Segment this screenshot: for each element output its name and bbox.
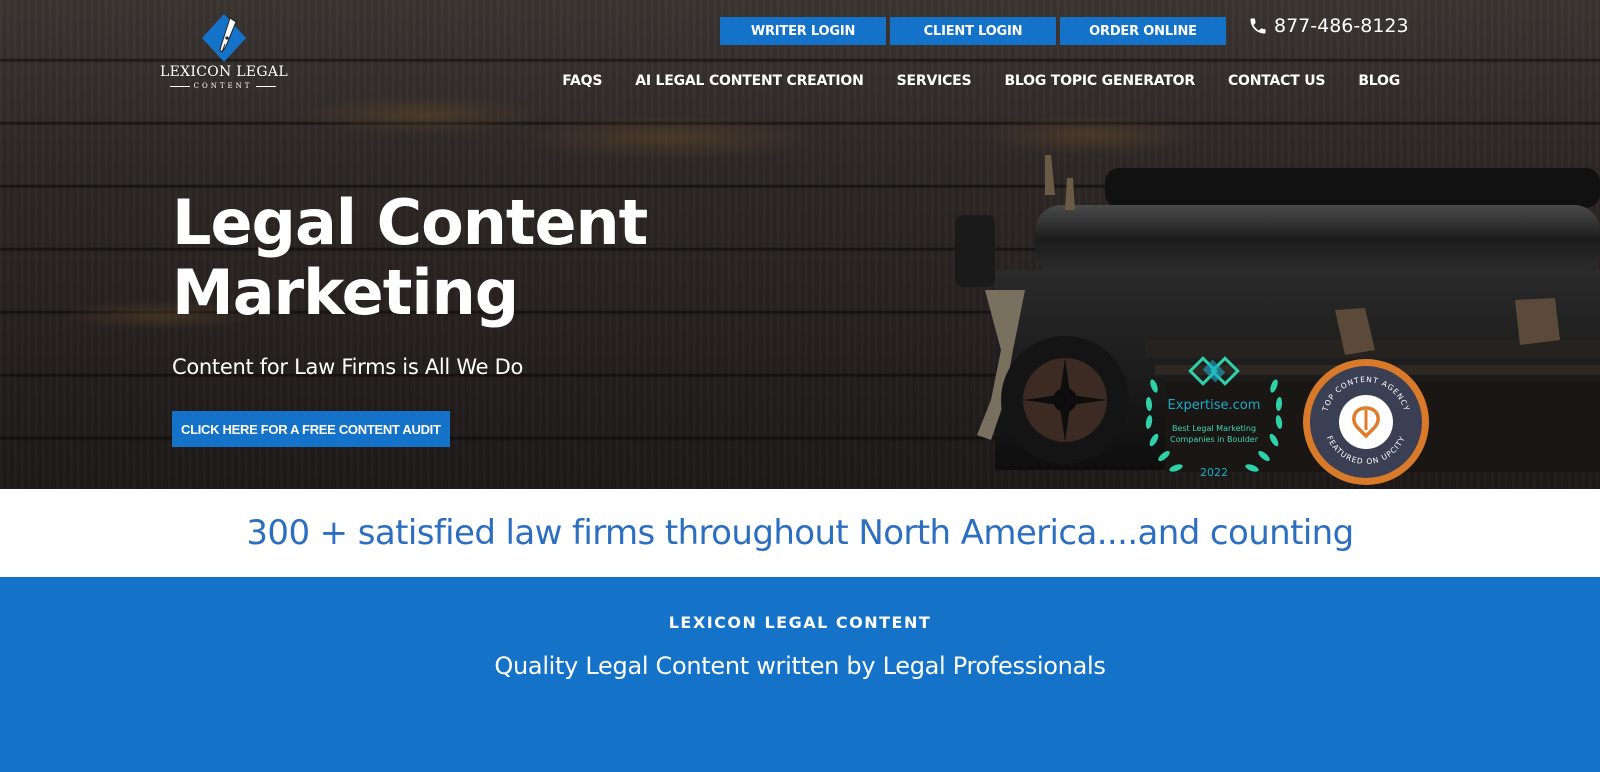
hero-subhead: Content for Law Firms is All We Do (172, 355, 523, 379)
intro-section: LEXICON LEGAL CONTENT Quality Legal Cont… (0, 577, 1600, 772)
pen-nib-icon (202, 14, 246, 62)
hero-section: LEXICON LEGAL CONTENT WRITER LOGIN CLIEN… (0, 0, 1600, 489)
top-button-bar: WRITER LOGIN CLIENT LOGIN ORDER ONLINE (720, 17, 1226, 45)
nav-item-contact-us[interactable]: CONTACT US (1228, 73, 1326, 89)
phone-icon (1250, 18, 1266, 34)
upcity-seal-icon: TOP CONTENT AGENCY FEATURED ON UPCITY (1303, 359, 1429, 485)
section-eyebrow: LEXICON LEGAL CONTENT (668, 613, 932, 632)
nav-item-blog-topic-generator[interactable]: BLOG TOPIC GENERATOR (1004, 73, 1195, 89)
nav-item-ai-legal-content-creation[interactable]: AI LEGAL CONTENT CREATION (635, 73, 864, 89)
client-login-button[interactable]: CLIENT LOGIN (890, 17, 1056, 45)
main-nav: FAQS AI LEGAL CONTENT CREATION SERVICES … (562, 73, 1400, 89)
nav-item-blog[interactable]: BLOG (1358, 73, 1400, 89)
phone-link[interactable]: 877-486-8123 (1248, 15, 1409, 37)
order-online-button[interactable]: ORDER ONLINE (1060, 17, 1226, 45)
stats-text: 300 + satisfied law firms throughout Nor… (246, 513, 1354, 553)
stats-strip: 300 + satisfied law firms throughout Nor… (0, 489, 1600, 577)
expertise-award-text: Best Legal Marketing Companies in Boulde… (1140, 423, 1288, 445)
hero-headline-line1: Legal Content (172, 186, 648, 259)
logo[interactable]: LEXICON LEGAL CONTENT (158, 10, 288, 90)
wood-grain (300, 95, 540, 135)
phone-number: 877-486-8123 (1274, 15, 1409, 37)
hero-headline: Legal Content Marketing (172, 186, 648, 329)
nav-item-faqs[interactable]: FAQS (562, 73, 602, 89)
expertise-award-line2: Companies in Boulder (1170, 435, 1258, 444)
wood-grain (980, 115, 1200, 155)
expertise-year: 2022 (1200, 466, 1228, 479)
hero-headline-line2: Marketing (172, 256, 519, 329)
expertise-badge[interactable]: Expertise.com Best Legal Marketing Compa… (1140, 356, 1288, 484)
writer-login-button[interactable]: WRITER LOGIN (720, 17, 886, 45)
wood-grain (520, 115, 820, 160)
logo-text: LEXICON LEGAL (160, 64, 288, 80)
expertise-award-line1: Best Legal Marketing (1171, 424, 1257, 433)
upcity-badge[interactable]: TOP CONTENT AGENCY FEATURED ON UPCITY (1302, 358, 1430, 486)
laurel-wreath-icon (1145, 356, 1283, 472)
expertise-name: Expertise.com (1167, 398, 1261, 413)
free-content-audit-button[interactable]: CLICK HERE FOR A FREE CONTENT AUDIT (172, 411, 450, 447)
logo-subtext: CONTENT (158, 82, 288, 90)
nav-item-services[interactable]: SERVICES (897, 73, 972, 89)
section-tagline: Quality Legal Content written by Legal P… (494, 652, 1106, 680)
